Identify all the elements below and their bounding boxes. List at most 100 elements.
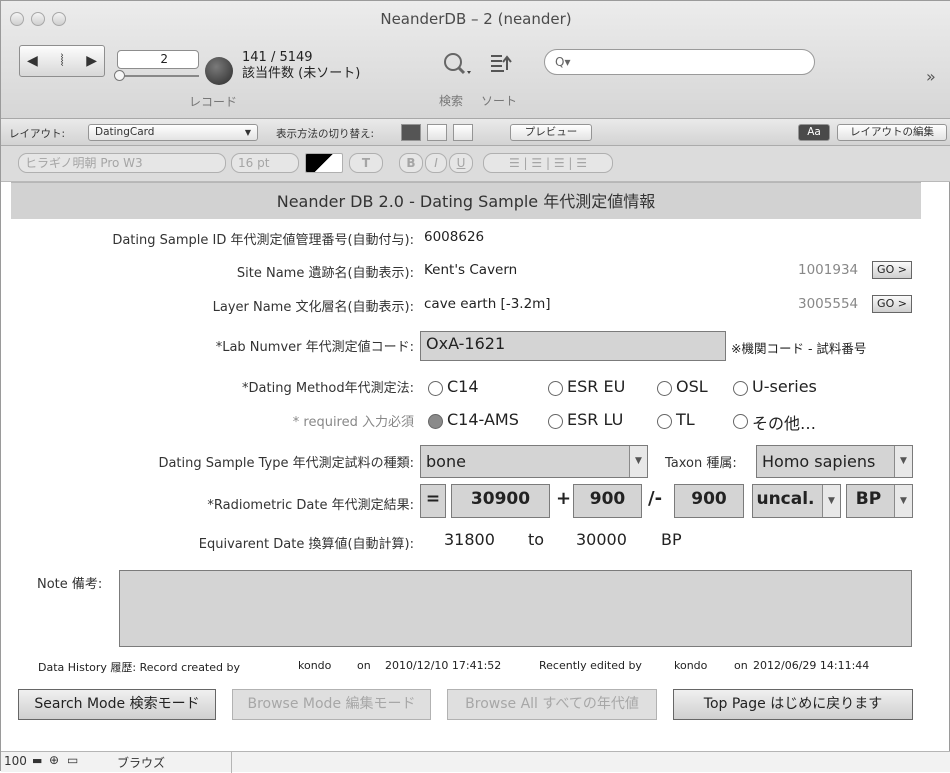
minus-error-input[interactable]: 900: [674, 484, 744, 518]
history-on-2: on: [734, 659, 748, 672]
history-created-on: 2010/12/10 17:41:52: [385, 659, 502, 672]
window-title: NeanderDB – 2 (neander): [380, 10, 572, 28]
plus-error-input[interactable]: 900: [573, 484, 642, 518]
site-id-value: 1001934: [798, 262, 859, 278]
sort-label: ソート: [481, 94, 518, 108]
record-slider[interactable]: [119, 75, 199, 77]
search-mode-button[interactable]: Search Mode 検索モード: [18, 689, 216, 720]
zoom-in-icon[interactable]: ⊕: [49, 753, 59, 767]
note-label: Note 備考:: [37, 577, 103, 592]
layer-go-button[interactable]: GO >: [872, 295, 912, 313]
layout-popup[interactable]: DatingCard ▼: [88, 124, 258, 141]
browse-mode-button[interactable]: Browse Mode 編集モード: [232, 689, 431, 720]
status-divider: [231, 752, 232, 773]
quick-find-input[interactable]: Q▾: [544, 49, 815, 75]
view-table-button[interactable]: [453, 124, 473, 141]
date-value-input[interactable]: 30900: [451, 484, 550, 518]
record-slider-knob[interactable]: [114, 70, 125, 81]
records-label: レコード: [189, 95, 238, 109]
site-name-label: Site Name 遺跡名(自動表示):: [236, 266, 414, 281]
next-record-icon[interactable]: ▶: [86, 53, 97, 69]
dating-method-label: *Dating Method年代測定法:: [242, 381, 414, 396]
sample-type-select[interactable]: bone ▼: [420, 445, 648, 478]
status-bar: 100 ▬ ⊕ ▭ ブラウズ: [1, 751, 950, 773]
method-radio-tl[interactable]: [657, 414, 672, 429]
method-label-c14: C14: [447, 377, 479, 396]
history-created-by: kondo: [298, 659, 332, 672]
record-navigator[interactable]: ◀ ⦚ ▶: [19, 45, 105, 77]
underline-button[interactable]: U: [449, 153, 473, 173]
sample-type-label: Dating Sample Type 年代測定試料の種類:: [158, 456, 414, 471]
method-radio-u-series[interactable]: [733, 381, 748, 396]
browse-all-button[interactable]: Browse All すべての年代値: [447, 689, 657, 720]
radiometric-date-label: *Radiometric Date 年代測定結果:: [207, 498, 414, 513]
site-go-button[interactable]: GO >: [872, 261, 912, 279]
mode-label[interactable]: ブラウズ: [117, 754, 165, 771]
found-count: 141 / 5149: [242, 50, 313, 65]
equivalent-date-label: Equivarent Date 換算値(自動計算):: [198, 537, 414, 552]
sample-type-value: bone: [426, 452, 466, 471]
calibration-select[interactable]: uncal. ▼: [752, 484, 841, 518]
layer-name-value: cave earth [-3.2m]: [424, 296, 551, 312]
note-field[interactable]: [119, 570, 912, 647]
taxon-value: Homo sapiens: [762, 452, 876, 471]
sample-id-label: Dating Sample ID 年代測定値管理番号(自動付与):: [112, 233, 414, 248]
method-radio-esr-eu[interactable]: [548, 381, 563, 396]
layer-id-value: 3005554: [798, 296, 859, 312]
title-toolbar: NeanderDB – 2 (neander) ◀ ⦚ ▶ 2 141 / 51…: [1, 1, 950, 119]
method-label-esr-eu: ESR EU: [567, 377, 626, 396]
view-as-label: 表示方法の切り替え:: [276, 128, 375, 140]
equivalent-date-to-word: to: [528, 530, 545, 549]
top-page-button[interactable]: Top Page はじめに戻ります: [673, 689, 913, 720]
previous-record-icon[interactable]: ◀: [27, 53, 38, 69]
history-on-1: on: [357, 659, 371, 672]
lab-number-hint: ※機関コード - 試料番号: [731, 341, 867, 356]
method-label-u-series: U-series: [752, 377, 817, 396]
date-operator-select[interactable]: =: [420, 484, 446, 518]
site-name-value: Kent's Cavern: [424, 262, 518, 278]
method-radio-other[interactable]: [733, 414, 748, 429]
method-label-esr-lu: ESR LU: [567, 410, 624, 429]
alignment-buttons[interactable]: ☰ | ☰ | ☰ | ☰: [483, 153, 613, 173]
preview-button[interactable]: プレビュー: [510, 124, 592, 141]
calibration-value: uncal.: [756, 489, 815, 509]
format-bar: ヒラギノ明朝 Pro W3 16 pt T B I U ☰ | ☰ | ☰ | …: [1, 146, 950, 182]
found-set-pie-icon: [205, 57, 233, 85]
record-counts: 141 / 5149 該当件数 (未ソート): [242, 50, 360, 82]
view-list-button[interactable]: [427, 124, 447, 141]
history-edited-label: Recently edited by: [539, 659, 642, 672]
find-button[interactable]: [441, 51, 473, 83]
history-label: Data History 履歴: Record created by: [38, 661, 240, 674]
taxon-label: Taxon 種属:: [665, 456, 737, 471]
history-edited-on: 2012/06/29 14:11:44: [753, 659, 870, 672]
lab-number-label: *Lab Numver 年代測定値コード:: [215, 340, 414, 355]
sort-icon: [491, 55, 512, 72]
method-radio-c14-ams[interactable]: [428, 414, 443, 429]
text-formatting-button[interactable]: Aa: [798, 124, 830, 141]
edit-layout-button[interactable]: レイアウトの編集: [837, 124, 947, 141]
taxon-select[interactable]: Homo sapiens ▼: [756, 445, 913, 478]
zoom-out-icon[interactable]: ▬: [32, 754, 42, 767]
toolbar-overflow-icon[interactable]: »: [926, 67, 936, 86]
method-radio-c14[interactable]: [428, 381, 443, 396]
italic-button[interactable]: I: [425, 153, 447, 173]
view-form-button[interactable]: [401, 124, 421, 141]
unit-select[interactable]: BP ▼: [846, 484, 913, 518]
text-color-swatch[interactable]: [305, 153, 343, 173]
method-radio-osl[interactable]: [657, 381, 672, 396]
plus-sign: +: [556, 488, 572, 509]
zoom-level[interactable]: 100: [4, 754, 27, 768]
sort-button[interactable]: [489, 52, 515, 82]
record-number-input[interactable]: 2: [117, 50, 199, 69]
bold-button[interactable]: B: [399, 153, 423, 173]
font-select[interactable]: ヒラギノ明朝 Pro W3: [18, 153, 226, 173]
text-style-button[interactable]: T: [349, 153, 383, 173]
method-label-tl: TL: [676, 410, 695, 429]
chevron-down-icon: ▼: [822, 485, 840, 517]
minus-sign: /-: [648, 488, 663, 509]
lab-number-input[interactable]: OxA-1621: [420, 331, 726, 361]
chevron-down-icon: ▼: [894, 446, 912, 477]
status-toolbar-toggle-icon[interactable]: ▭: [67, 753, 78, 767]
font-size-select[interactable]: 16 pt: [231, 153, 299, 173]
method-radio-esr-lu[interactable]: [548, 414, 563, 429]
